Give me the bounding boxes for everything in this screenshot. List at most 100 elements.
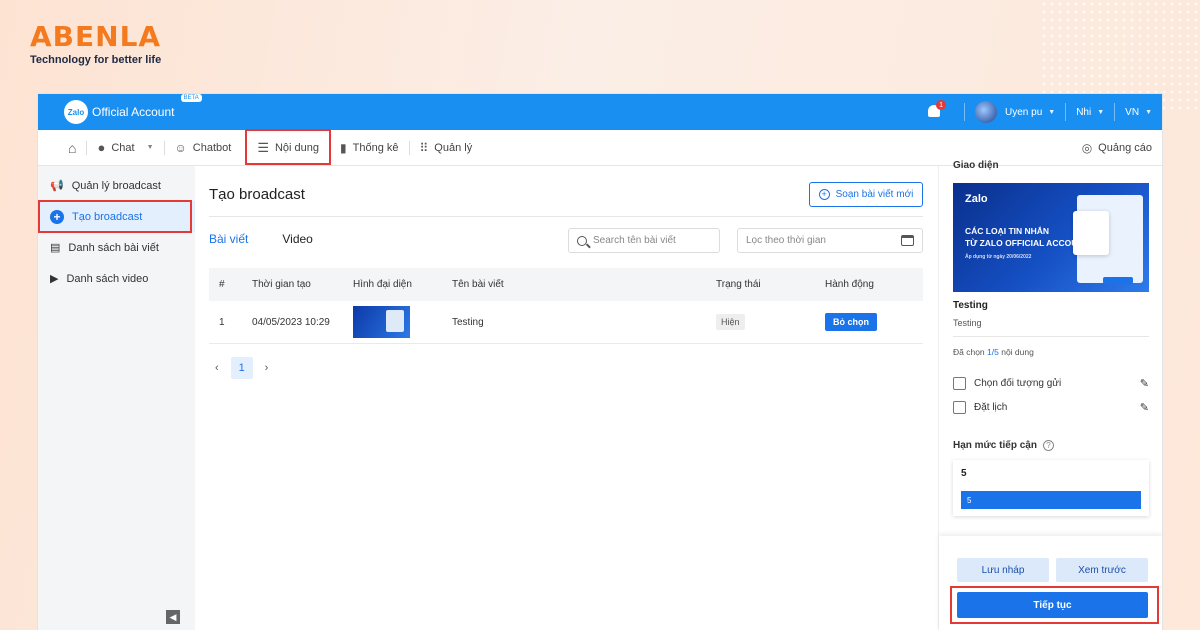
column-header: Hành động xyxy=(825,279,874,290)
prev-page-icon[interactable]: ‹ xyxy=(215,362,219,374)
save-draft-button[interactable]: Lưu nháp xyxy=(957,558,1049,582)
ads-target-icon: ◎ xyxy=(1081,140,1093,155)
zalo-oa-logo[interactable]: Zalo Official Account BETA xyxy=(64,94,202,124)
edit-pencil-icon[interactable]: ✎ xyxy=(1140,377,1149,390)
main-content: Tạo broadcast + Soạn bài viết mới Bài vi… xyxy=(209,166,923,630)
top-bar: Zalo Official Account BETA 1 Uyen pu ▼ N… xyxy=(38,94,1162,130)
deselect-button[interactable]: Bỏ chọn xyxy=(825,313,877,331)
nav-chat-label: Chat xyxy=(111,141,135,154)
option-choose-audience[interactable]: Chọn đối tượng gửi ✎ xyxy=(953,377,1149,390)
checkbox[interactable] xyxy=(953,377,966,390)
chat-bubble-icon: ● xyxy=(97,140,106,155)
notification-count-badge: 1 xyxy=(936,100,947,110)
reach-limit-option[interactable]: 5 xyxy=(961,491,1141,509)
option-label: Đặt lịch xyxy=(974,402,1008,413)
date-filter-input[interactable]: Lọc theo thời gian xyxy=(737,228,923,253)
highlight-box xyxy=(38,200,192,233)
tab-articles[interactable]: Bài viết xyxy=(209,232,248,246)
preview-image: Zalo CÁC LOẠI TIN NHẮN TỪ ZALO OFFICIAL … xyxy=(953,183,1149,292)
compose-article-button[interactable]: + Soạn bài viết mới xyxy=(809,182,923,207)
chevron-down-icon: ▼ xyxy=(1145,108,1152,116)
notification-bell-icon[interactable]: 1 xyxy=(926,100,947,120)
calendar-icon xyxy=(901,235,914,246)
preview-cta-shape xyxy=(1103,277,1133,284)
brand-tagline: Technology for better life xyxy=(30,54,162,66)
row-article-title: Testing xyxy=(452,316,484,328)
sidebar-item-label: Danh sách bài viết xyxy=(68,241,159,254)
nav-ads[interactable]: ◎ Quảng cáo xyxy=(1082,141,1152,155)
selected-count-text: Đã chọn 1/5 nội dung xyxy=(953,347,1034,357)
reach-limit-value: 5 xyxy=(961,468,967,479)
help-icon[interactable]: ? xyxy=(1042,440,1054,451)
user-name[interactable]: Uyen pu xyxy=(1005,107,1042,118)
page-number[interactable]: 1 xyxy=(230,357,253,379)
panel-footer: Lưu nháp Xem trước Tiếp tục xyxy=(939,536,1162,630)
panel-heading: Giao diện xyxy=(953,160,999,171)
top-right-controls: 1 Uyen pu ▼ Nhi ▼ VN ▼ xyxy=(926,100,1152,123)
home-icon: ⌂ xyxy=(68,139,77,156)
nav-manage[interactable]: ⠿ Quản lý xyxy=(410,131,483,165)
next-page-icon[interactable]: › xyxy=(265,362,269,374)
sidebar-item-manage-broadcast[interactable]: 📢 Quản lý broadcast xyxy=(38,170,195,201)
status-badge: Hiện xyxy=(716,314,745,330)
selected-article-desc: Testing xyxy=(953,318,982,328)
option-label: Chọn đối tượng gửi xyxy=(974,378,1062,389)
nav-statistics-label: Thống kê xyxy=(352,141,399,154)
sidebar-item-create-broadcast[interactable]: + Tạo broadcast xyxy=(38,200,195,233)
column-header: # xyxy=(219,279,225,290)
sidebar-item-video-list[interactable]: ▶ Danh sách video xyxy=(38,263,195,294)
logo-text: Official Account xyxy=(92,105,175,119)
user-avatar[interactable] xyxy=(975,101,998,123)
selected-article-title: Testing xyxy=(953,300,988,311)
nav-home[interactable]: ⌂ xyxy=(58,131,86,165)
compose-label: Soạn bài viết mới xyxy=(835,189,914,200)
reach-limit-label: Hạn mức tiếp cận ? xyxy=(953,440,1149,451)
nav-chatbot[interactable]: ☺ Chatbot xyxy=(165,131,242,165)
chevron-down-icon: ▼ xyxy=(1097,108,1105,116)
sidebar-item-article-list[interactable]: ▤ Danh sách bài viết xyxy=(38,232,195,263)
nav-statistics[interactable]: ▮ Thống kê xyxy=(330,131,408,165)
sidebar: 📢 Quản lý broadcast + Tạo broadcast ▤ Da… xyxy=(38,166,195,630)
zalo-oa-window: Zalo Official Account BETA 1 Uyen pu ▼ N… xyxy=(38,94,1162,630)
sidebar-item-label: Quản lý broadcast xyxy=(71,179,161,192)
account-switcher[interactable]: Nhi xyxy=(1076,107,1091,118)
continue-button[interactable]: Tiếp tục xyxy=(957,592,1148,618)
nav-content[interactable]: ☰ Nội dung xyxy=(245,128,332,165)
reach-limit-box[interactable]: 5 5 xyxy=(953,460,1149,516)
chevron-down-icon: ▼ xyxy=(1048,108,1056,116)
megaphone-icon: 📢 xyxy=(50,180,64,192)
preview-button[interactable]: Xem trước xyxy=(1056,558,1148,582)
search-placeholder: Search tên bài viết xyxy=(593,235,676,246)
option-schedule[interactable]: Đặt lịch ✎ xyxy=(953,401,1149,414)
column-header: Thời gian tạo xyxy=(252,279,311,290)
language-selector[interactable]: VN xyxy=(1125,107,1139,118)
table-row[interactable]: 1 04/05/2023 10:29 Testing Hiện Bỏ chọn xyxy=(209,301,923,344)
column-header: Hình đại diện xyxy=(353,279,412,290)
search-icon xyxy=(577,235,587,246)
checkbox[interactable] xyxy=(953,401,966,414)
pagination: ‹ 1 › xyxy=(215,357,268,379)
highlight-box xyxy=(245,128,332,165)
grid-icon: ⠿ xyxy=(419,140,429,155)
bar-chart-icon: ▮ xyxy=(340,140,347,155)
table-header: # Thời gian tạo Hình đại diện Tên bài vi… xyxy=(209,268,923,301)
beta-badge: BETA xyxy=(180,94,202,102)
chevron-down-icon: ▼ xyxy=(146,144,154,151)
nav-chat[interactable]: ● Chat ▼ xyxy=(87,131,163,165)
preview-card-mockup xyxy=(1073,211,1109,255)
tab-videos[interactable]: Video xyxy=(282,232,312,246)
page-title: Tạo broadcast xyxy=(209,186,305,203)
date-placeholder: Lọc theo thời gian xyxy=(746,235,826,246)
column-header: Trạng thái xyxy=(716,279,761,290)
zalo-logo-icon: Zalo xyxy=(64,100,88,124)
search-input[interactable]: Search tên bài viết xyxy=(568,228,720,253)
brand-name: ABENLA xyxy=(30,20,162,53)
edit-pencil-icon[interactable]: ✎ xyxy=(1140,401,1149,414)
robot-icon: ☺ xyxy=(174,140,187,155)
nav-manage-label: Quản lý xyxy=(434,141,473,154)
content-tabs: Bài viết Video xyxy=(209,232,313,246)
collapse-sidebar-icon[interactable]: ◀ xyxy=(166,610,180,624)
article-thumbnail xyxy=(353,306,410,338)
brand-logo: ABENLA Technology for better life xyxy=(30,20,162,67)
video-icon: ▶ xyxy=(50,273,59,285)
